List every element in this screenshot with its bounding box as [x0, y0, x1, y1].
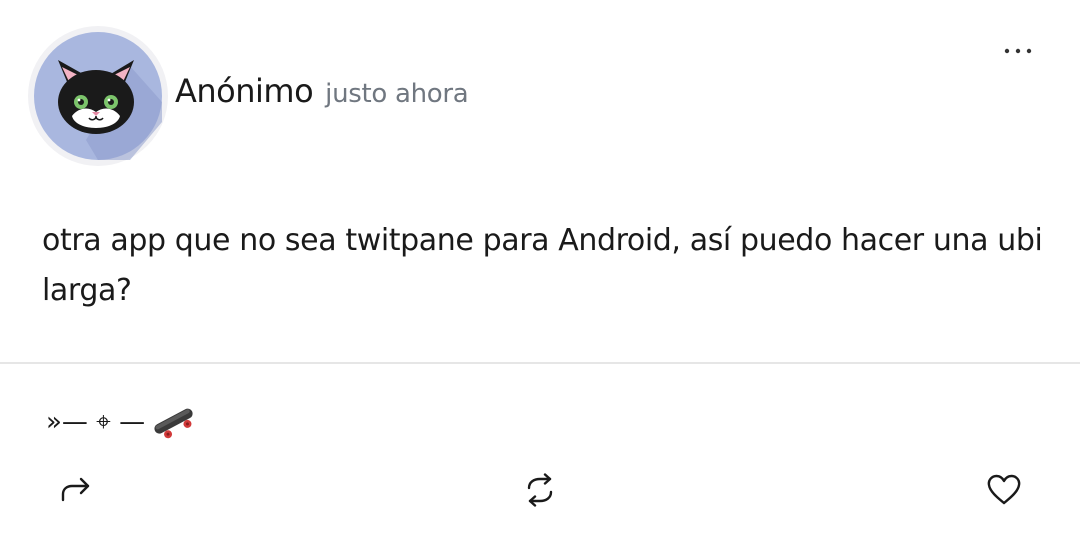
post-timestamp: justo ahora [325, 79, 469, 109]
cat-avatar-icon [34, 32, 162, 160]
post-card: Anónimo justo ahora otra app que no sea … [0, 0, 1080, 539]
repost-button[interactable] [517, 467, 563, 513]
divider [0, 362, 1080, 364]
skateboard-emoji-icon [151, 402, 197, 442]
heart-icon [987, 474, 1021, 505]
post-text: otra app que no sea twitpane para Androi… [42, 223, 1043, 308]
share-arrow-icon [61, 477, 90, 502]
signature-text: »— ⌖ — [46, 406, 146, 437]
share-button[interactable] [53, 467, 99, 513]
like-button[interactable] [981, 467, 1027, 513]
post-signature: »— ⌖ — [46, 401, 197, 443]
repost-icon [527, 473, 553, 507]
author-name[interactable]: Anónimo [175, 72, 314, 110]
more-dots-icon [1004, 48, 1032, 54]
more-options-button[interactable] [996, 36, 1040, 66]
author-line: Anónimo justo ahora [175, 72, 469, 116]
avatar[interactable] [28, 26, 168, 166]
